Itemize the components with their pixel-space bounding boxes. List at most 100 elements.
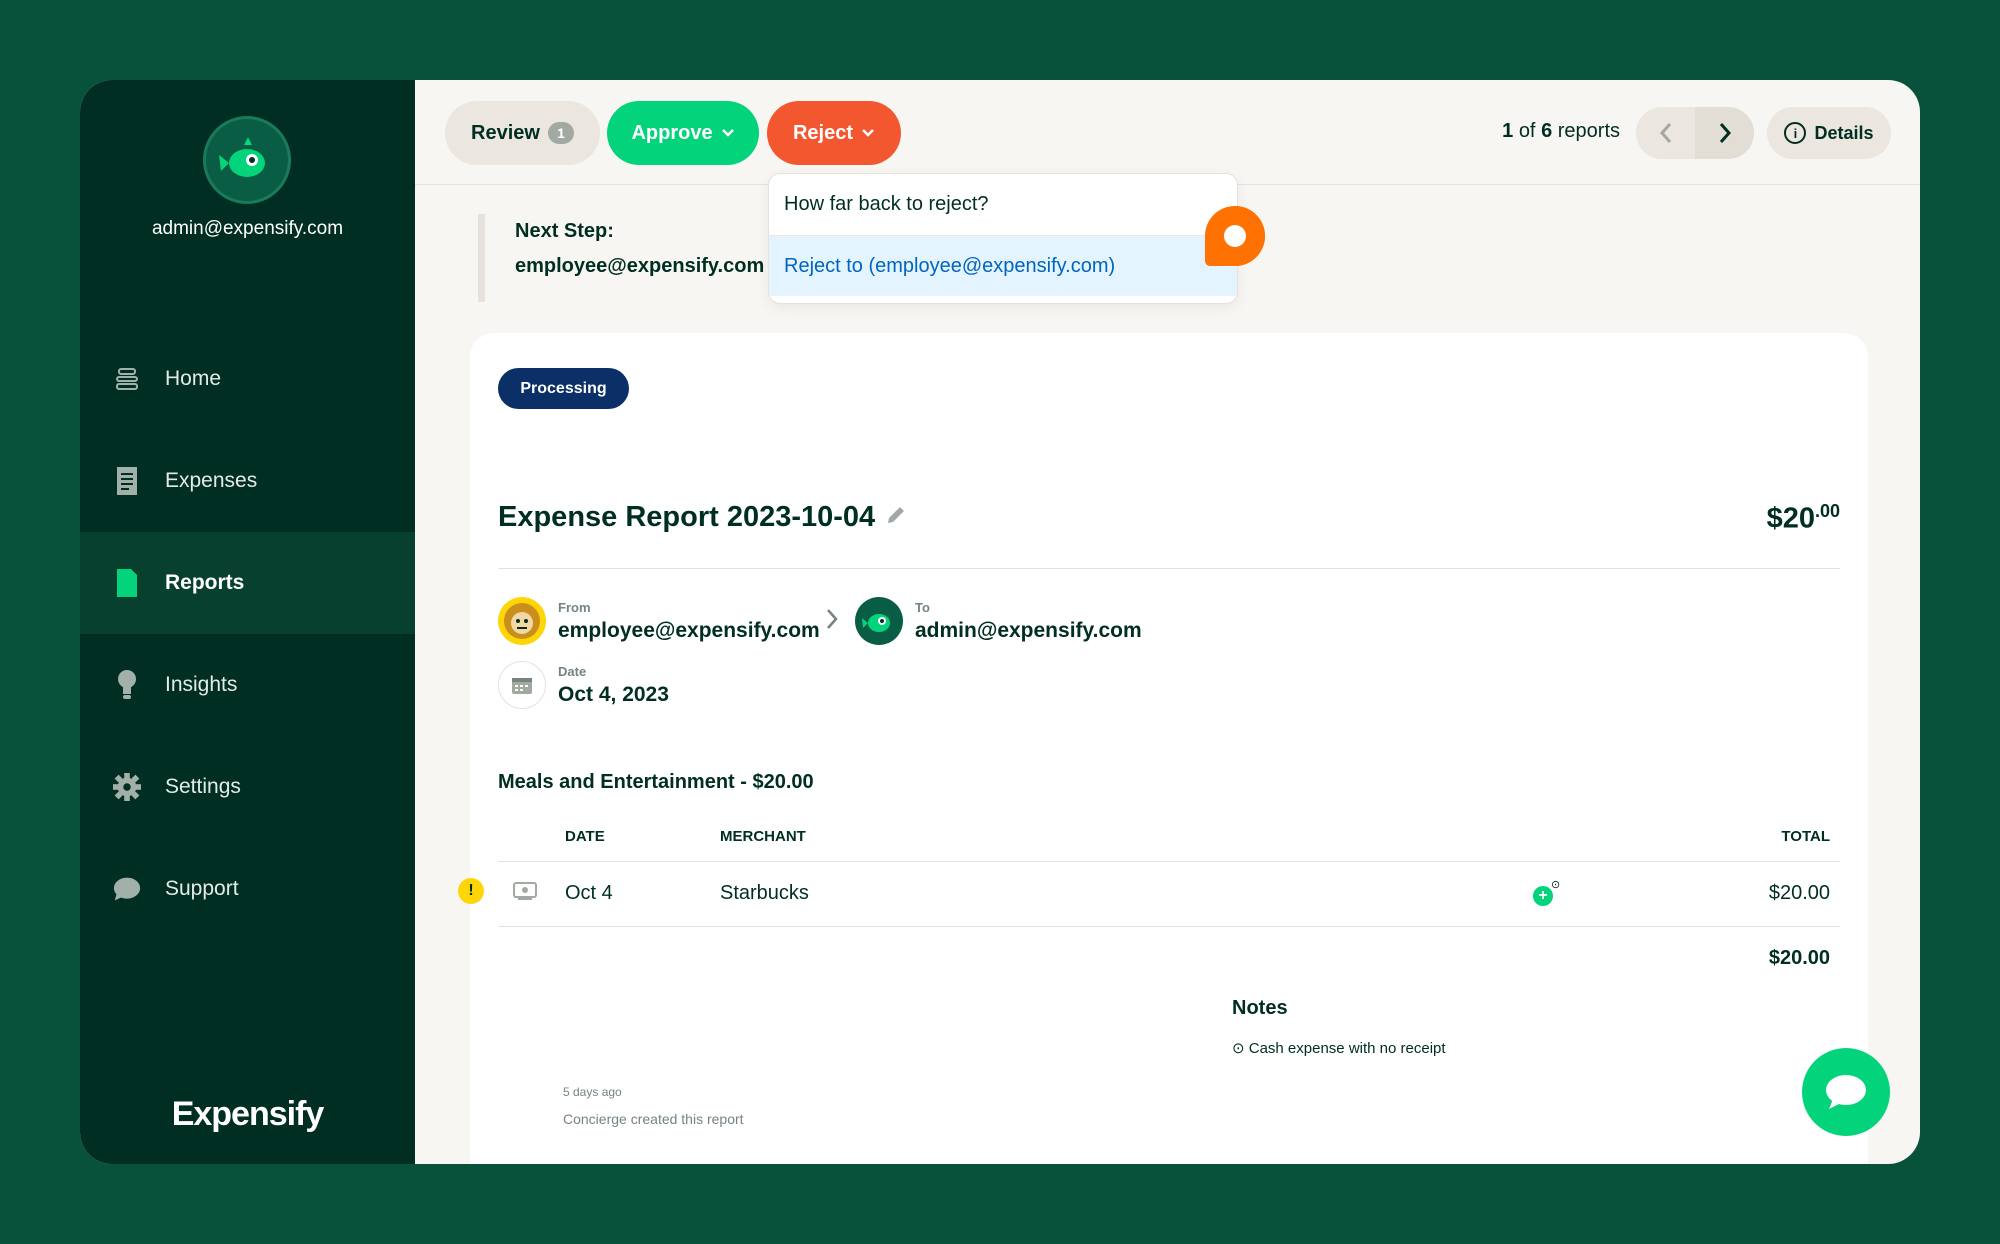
grand-total: $20.00 [1768,947,1830,969]
lightbulb-icon [113,670,141,699]
title-divider [498,568,1840,569]
receipt-icon [113,467,141,495]
chat-support-button[interactable] [1802,1048,1890,1136]
approve-label: Approve [631,121,713,144]
next-step-label: Next Step: [515,220,614,242]
reject-button[interactable]: Reject [767,101,901,165]
from-value: employee@expensify.com [558,618,820,642]
status-badge: Processing [498,368,629,409]
sidebar-item-home[interactable]: Home [80,328,415,430]
chevron-left-icon [1659,123,1671,143]
main-content: Review 1 Approve Reject 1 of 6 reports i… [415,80,1920,1164]
home-icon [113,365,141,393]
table-row-divider [498,926,1840,927]
report-total: $20.00 [1767,501,1840,536]
next-step-banner: Next Step: employee@expensify.com [478,214,778,302]
reject-to-employee-option[interactable]: Reject to (employee@expensify.com) [769,236,1237,296]
category-section-title: Meals and Entertainment - $20.00 [498,771,814,793]
chevron-down-icon [861,125,875,141]
column-header-merchant: MERCHANT [720,828,806,845]
to-party: To admin@expensify.com [855,597,1142,645]
sidebar-user-email: admin@expensify.com [151,218,344,239]
report-pager-text: 1 of 6 reports [1502,120,1620,143]
from-label: From [558,599,591,615]
warning-icon[interactable]: ! [458,878,484,904]
pager-of: of [1518,120,1536,142]
review-button[interactable]: Review 1 [445,101,600,165]
to-label: To [915,599,930,615]
reject-label: Reject [792,121,854,144]
chat-bubble-icon [113,875,141,903]
chevron-right-icon [1719,123,1731,143]
notes-title: Notes [1232,997,1288,1019]
activity-message: Concierge created this report [563,1111,744,1127]
no-receipt-icon: ⊙ [1551,879,1561,891]
sidebar-item-label: Settings [165,775,241,798]
notes-text-value: Cash expense with no receipt [1248,1040,1446,1057]
next-report-button[interactable] [1695,107,1754,159]
details-label: Details [1814,122,1874,143]
report-toolbar: Review 1 Approve Reject 1 of 6 reports i… [415,80,1920,185]
reject-dropdown-menu: How far back to reject? Reject to (emplo… [768,173,1238,304]
row-total: $20.00 [1768,882,1830,904]
edit-pencil-icon[interactable] [885,504,907,532]
review-count-badge: 1 [547,122,574,144]
to-value: admin@expensify.com [915,618,1142,642]
reject-menu-title: How far back to reject? [769,174,1237,236]
sidebar-item-support[interactable]: Support [80,838,415,940]
chevron-down-icon [721,125,735,141]
previous-report-button[interactable] [1636,107,1695,159]
report-card: Processing Expense Report 2023-10-04 $20… [458,333,1868,1164]
sidebar-item-label: Insights [165,673,238,696]
sidebar-item-label: Expenses [165,469,258,492]
cash-expense-icon: + [1533,886,1553,906]
next-step-value: employee@expensify.com [515,255,765,277]
app-window: admin@expensify.com Home Expenses Report… [80,80,1920,1164]
chat-bubble-icon [1826,1075,1866,1109]
sidebar-item-expenses[interactable]: Expenses [80,430,415,532]
sidebar-item-label: Reports [165,571,245,594]
row-merchant: Starbucks [720,882,809,904]
no-receipt-icon: ⊙ [1232,1040,1245,1057]
activity-timestamp: 5 days ago [563,1085,622,1099]
info-icon: i [1784,122,1807,144]
report-total-main: $20 [1766,502,1815,535]
admin-avatar [855,597,903,645]
report-date: Date Oct 4, 2023 [498,661,669,709]
details-button[interactable]: i Details [1767,107,1891,159]
pager-current: 1 [1502,120,1514,142]
report-pager [1636,107,1754,159]
review-label: Review [471,121,540,144]
approve-button[interactable]: Approve [607,101,759,165]
column-header-date: DATE [565,828,605,845]
chevron-right-icon [825,605,839,637]
sidebar-item-label: Home [165,367,222,390]
calendar-icon [498,661,546,709]
pager-total: 6 [1541,120,1553,142]
sidebar-item-insights[interactable]: Insights [80,634,415,736]
report-title: Expense Report 2023-10-04 [498,501,907,534]
date-value: Oct 4, 2023 [558,682,669,706]
report-total-cents: .00 [1814,501,1840,521]
pager-suffix: reports [1557,120,1620,142]
column-header-total: TOTAL [1781,828,1830,845]
employee-avatar [498,597,546,645]
notes-text: ⊙ Cash expense with no receipt [1232,1039,1446,1057]
sidebar-item-label: Support [165,877,239,900]
avatar-icon [215,128,279,192]
gear-icon [113,773,141,801]
from-party: From employee@expensify.com [498,597,820,645]
expensify-logo: Expensify [171,1095,325,1133]
cash-receipt-icon [513,882,537,900]
pointer-highlight-icon [1205,206,1265,266]
user-avatar[interactable] [203,116,291,204]
row-date: Oct 4 [565,882,613,904]
date-label: Date [558,663,587,679]
document-icon [113,569,141,597]
sidebar-item-reports[interactable]: Reports [80,532,415,634]
sidebar-item-settings[interactable]: Settings [80,736,415,838]
sidebar-nav: Home Expenses Reports Insights Settings … [80,328,415,940]
sidebar: admin@expensify.com Home Expenses Report… [80,80,415,1164]
report-title-text: Expense Report 2023-10-04 [498,501,876,533]
table-header-divider [498,861,1840,862]
